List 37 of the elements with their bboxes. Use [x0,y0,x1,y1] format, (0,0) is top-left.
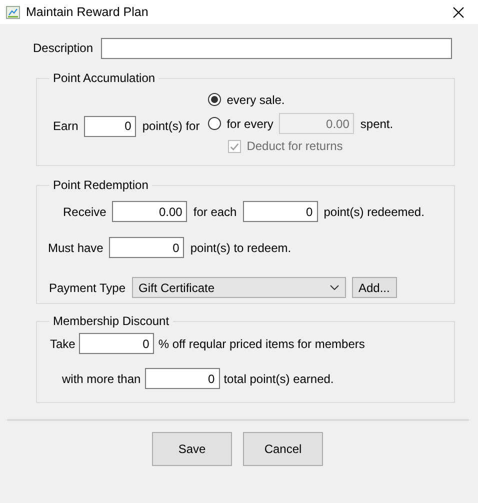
field-label: Earn [53,118,78,134]
number-field[interactable]: 0 [109,237,184,258]
payment-type-dropdown[interactable]: Gift Certificate [132,277,346,298]
number-field[interactable]: 0 [242,201,318,222]
field-label: % off reqular priced items for members [158,336,365,352]
field-label: point(s) for [142,118,200,134]
group-title: Point Accumulation [52,71,156,86]
close-button[interactable] [453,6,464,18]
window-title: Maintain Reward Plan [26,4,148,20]
add-button[interactable]: Add... [352,277,397,298]
checkbox-label: Deduct for returns [246,139,343,154]
radio-label: every sale. [226,92,285,108]
field-label: spent. [360,116,394,132]
field-label: Payment Type [49,280,126,296]
app-icon [6,6,20,18]
field-label: with more than [62,372,141,386]
field-label: point(s) to redeem. [190,240,292,256]
number-field[interactable]: 0.00 [112,201,188,222]
radio-button[interactable] [208,93,221,106]
field-label: Description [33,41,94,56]
number-field[interactable]: 0 [144,368,220,390]
caret-icon [330,285,338,290]
description-field[interactable] [101,38,452,59]
field-label: Take [50,336,76,352]
dialog-button[interactable]: Cancel [243,432,323,466]
radio-label: for every [226,116,274,132]
field-label: Must have [48,240,104,256]
radio-button[interactable] [208,117,221,130]
field-label: Receive [63,204,106,220]
dialog-button[interactable]: Save [152,432,232,466]
group-title: Membership Discount [52,314,170,328]
field-label: for each [193,204,237,220]
number-field[interactable]: 0 [84,116,136,137]
field-label: total point(s) earned. [224,372,334,386]
group-title: Point Redemption [52,178,150,192]
number-field[interactable]: 0 [79,333,154,354]
field-label: point(s) redeemed. [324,204,424,220]
